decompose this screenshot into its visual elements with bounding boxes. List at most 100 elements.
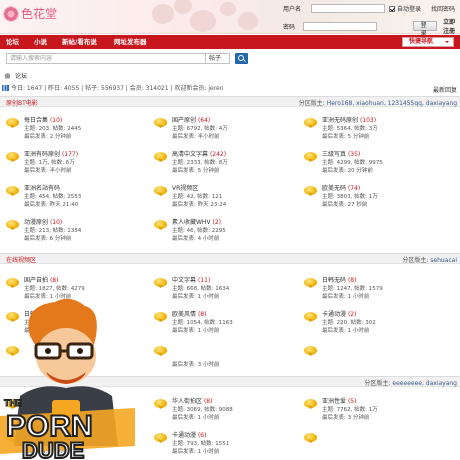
forum-last-post[interactable]: 最后发表: 27 秒前 (322, 200, 367, 208)
forum-last-post[interactable]: 最后发表: 昨天 23:24 (172, 200, 226, 208)
forum-item[interactable]: 素人收藏WHV (2) 主题: 46, 帖数: 2295 最后发表: 4 小时前 (154, 217, 294, 247)
forum-item[interactable]: 亚洲名站有码 主题: 454, 帖数: 2553 最后发表: 昨天 21:40 (6, 183, 146, 213)
forum-last-post[interactable]: 最后发表: 5 分钟前 (172, 166, 219, 174)
forum-bubble-icon (304, 118, 318, 132)
forum-stats: 主题: 46, 帖数: 2295 (172, 228, 226, 234)
forum-name[interactable]: 中文字幕 (172, 277, 196, 284)
forum-item[interactable]: 国产原创 (64) 主题: 6792, 帖数: 4万 最后发表: 半小时前 (154, 115, 294, 145)
forum-last-post[interactable]: 最后发表: 6 分钟前 (24, 234, 71, 242)
forum-bubble-icon (154, 399, 168, 413)
auto-login-label: 自动登录 (397, 6, 422, 13)
forum-name[interactable]: 国产自拍 (24, 277, 48, 284)
username-input[interactable] (311, 4, 385, 13)
auto-login-checkbox[interactable] (389, 5, 395, 12)
forum-last-post[interactable]: 最后发表: 半小时前 (24, 166, 72, 174)
forum-item[interactable]: 中文字幕 (11) 主题: 668, 帖数: 1634 最后发表: 1 小时前 (154, 275, 294, 305)
forum-stats: 主题: 1万, 帖数: 6万 (24, 160, 75, 166)
search-button[interactable] (235, 53, 248, 64)
breadcrumb-current[interactable]: 论坛 (15, 71, 27, 80)
forum-last-post[interactable]: 最后发表: 1 小时前 (172, 292, 219, 300)
password-input[interactable] (302, 21, 377, 31)
nav-item-forum[interactable]: 论坛 (6, 35, 19, 49)
forum-item[interactable]: 日韩无码 (8) 主题: 1247, 帖数: 1579 最后发表: 1 小时前 (304, 275, 444, 305)
nav-item-url-publisher[interactable]: 网址发布器 (114, 35, 147, 49)
forum-last-post[interactable]: 最后发表: 2 分钟前 (24, 132, 71, 140)
nav-item-new-posts[interactable]: 新帖/看布说 (62, 35, 97, 49)
forum-name[interactable]: 动漫原创 (24, 219, 48, 226)
nav-item-novel[interactable]: 小说 (34, 35, 47, 49)
forgot-password-link[interactable]: 找回密码 (431, 4, 455, 13)
forum-name[interactable]: 国产原创 (172, 117, 196, 124)
forum-today-count: (10) (49, 117, 63, 124)
forum-last-post[interactable]: 最后发表: 半小时前 (172, 132, 220, 140)
forum-name[interactable]: 三级写真 (322, 151, 346, 158)
forum-name[interactable]: 素人收藏WHV (172, 219, 211, 226)
forum-name[interactable]: 亚洲性爱 (322, 398, 346, 405)
forum-name[interactable]: 亚洲无码原创 (322, 117, 358, 124)
forum-name[interactable]: 亚洲有码原创 (24, 151, 60, 158)
forum-name[interactable]: 每日合集 (24, 117, 48, 124)
forum-item[interactable]: 亚洲性爱 (5) 主题: 7762, 帖数: 1万 最后发表: 3 分钟前 (304, 396, 444, 426)
home-icon[interactable] (4, 72, 11, 79)
forum-stats: 今日: 1647 | 昨日: 4055 | 帖子: 556937 | 会员: 3… (0, 83, 460, 92)
forum-name[interactable]: VR视频区 (172, 185, 198, 192)
forum-bubble-icon (154, 433, 168, 447)
forum-item[interactable]: 亚洲有码原创 (177) 主题: 1万, 帖数: 6万 最后发表: 半小时前 (6, 149, 146, 179)
forum-item[interactable]: 欧美风情 (8) 主题: 1054, 帖数: 1163 最后发表: 1 小时前 (154, 309, 294, 339)
forum-bubble-icon (6, 186, 20, 200)
search-input[interactable]: 请输入搜索内容 (6, 53, 206, 64)
forum-name[interactable]: 卡通动漫 (172, 432, 196, 439)
forum-last-post[interactable]: 最后发表: 1 小时前 (322, 292, 369, 300)
forum-item[interactable]: 华人街拍区 (8) 主题: 3069, 帖数: 9088 最后发表: 1 小时前 (154, 396, 294, 426)
forum-item[interactable] (304, 430, 444, 460)
forum-name[interactable]: 日韩无码 (322, 277, 346, 284)
forum-bubble-icon (304, 433, 318, 447)
forum-last-post[interactable]: 最后发表: 3 分钟前 (322, 413, 369, 421)
forum-item[interactable]: 动漫原创 (10) 主题: 213, 帖数: 1354 最后发表: 6 分钟前 (6, 217, 146, 247)
username-label: 用户名 (283, 6, 302, 13)
forum-last-post[interactable]: 最后发表: 4 小时前 (172, 234, 219, 242)
forum-item[interactable]: 三级写真 (35) 主题: 4299, 帖数: 9975 最后发表: 20 分钟前 (304, 149, 444, 179)
forum-last-post[interactable]: 最后发表: 3 小时前 (172, 360, 219, 368)
forum-name[interactable]: 华人街拍区 (172, 398, 202, 405)
password-label: 密码 (283, 23, 296, 31)
search-scope-select[interactable]: 帖子 (206, 53, 230, 64)
forum-bubble-icon (304, 399, 318, 413)
quick-nav-button[interactable]: 快捷导航 (402, 37, 454, 47)
forum-item[interactable]: 卡通动漫 (2) 主题: 220, 帖数: 302 最后发表: 1 小时前 (304, 309, 444, 339)
forum-last-post[interactable]: 最后发表: 1 小时前 (172, 326, 219, 334)
forum-stats: 主题: 793, 帖数: 1551 (172, 441, 230, 447)
forum-stats: 主题: 5364, 帖数: 3万 (322, 126, 378, 132)
forum-last-post[interactable]: 最后发表: 1 小时前 (322, 326, 369, 334)
forum-item[interactable]: VR视频区 主题: 42, 帖数: 121 最后发表: 昨天 23:24 (154, 183, 294, 213)
top-header: 色花堂 用户名 自动登录 找回密码 密码 登录 立即注册 (0, 0, 460, 37)
forum-item[interactable]: 高清中文字幕 (242) 主题: 2333, 帖数: 8万 最后发表: 5 分钟前 (154, 149, 294, 179)
forum-last-post[interactable]: 最后发表: 5 分钟前 (322, 132, 369, 140)
mascot-overlay[interactable]: THE PORN DUDE (0, 296, 135, 460)
forum-last-post[interactable]: 最后发表: 20 分钟前 (322, 166, 373, 174)
forum-item[interactable]: 亚洲无码原创 (103) 主题: 5364, 帖数: 3万 最后发表: 5 分钟前 (304, 115, 444, 145)
category-title[interactable]: 原创BT电影 (6, 98, 38, 107)
site-logo[interactable]: 色花堂 (3, 5, 57, 22)
forum-item[interactable]: 每日合集 (10) 主题: 203, 帖数: 2445 最后发表: 2 分钟前 (6, 115, 146, 145)
forum-name[interactable]: 高清中文字幕 (172, 151, 208, 158)
forum-name[interactable]: 亚洲名站有码 (24, 185, 60, 192)
forum-name[interactable]: 欧美风情 (172, 311, 196, 318)
login-button[interactable]: 登录 (412, 21, 438, 37)
forum-last-post[interactable]: 最后发表: 昨天 21:40 (24, 200, 78, 208)
register-link[interactable]: 立即注册 (443, 17, 460, 35)
forum-item[interactable]: 卡通动漫 (6) 主题: 793, 帖数: 1551 最后发表: 1 小时前 (154, 430, 294, 460)
forum-item[interactable]: 最后发表: 3 小时前 (154, 343, 294, 373)
forum-name[interactable]: 卡通动漫 (322, 311, 346, 318)
category-header: 原创BT电影 分区版主: Hero168, xiaohuan, 1231455q… (0, 97, 460, 107)
forum-today-count: (35) (347, 151, 361, 158)
forum-item[interactable] (304, 343, 444, 373)
forum-bubble-icon (154, 118, 168, 132)
forum-name[interactable]: 欧美无码 (322, 185, 346, 192)
forum-last-post[interactable]: 最后发表: 1 小时前 (172, 447, 219, 455)
category-title[interactable]: 在线视频区 (6, 255, 36, 264)
forum-last-post[interactable]: 最后发表: 1 小时前 (172, 413, 219, 421)
forum-stats: 主题: 220, 帖数: 302 (322, 320, 376, 326)
latest-replies-link[interactable]: 最新回复 (433, 85, 457, 94)
forum-item[interactable]: 欧美无码 (74) 主题: 3803, 帖数: 1万 最后发表: 27 秒前 (304, 183, 444, 213)
